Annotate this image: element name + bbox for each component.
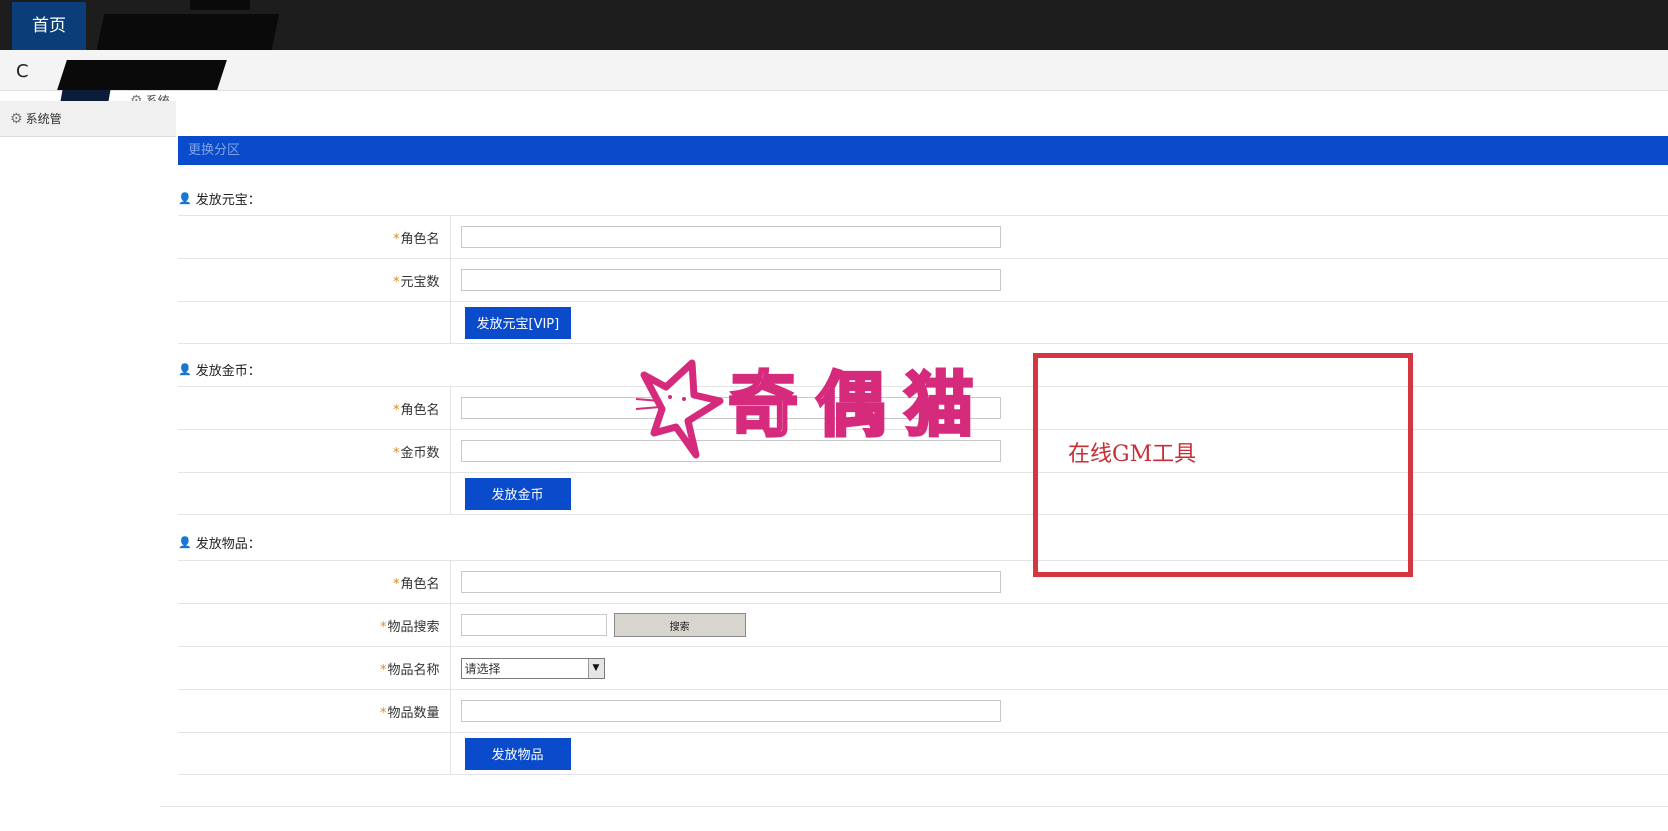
form-row: *角色名: [178, 215, 1668, 259]
form-row: *角色名: [178, 560, 1668, 604]
field-cell: [450, 258, 1668, 302]
yuanbao-form: *角色名 *元宝数 发放元宝[VIP]: [178, 215, 1668, 344]
annotation-box: 在线GM工具: [1033, 353, 1413, 577]
item-search-button[interactable]: 搜索: [613, 613, 746, 637]
field-label: [178, 732, 451, 775]
annotation-text: 在线GM工具: [1068, 442, 1197, 467]
field-cell: 发放物品: [450, 732, 1668, 775]
field-cell: 请选择 ▼: [450, 646, 1668, 690]
yuanbao-amount-input[interactable]: [460, 269, 1001, 291]
send-gold-button[interactable]: 发放金币: [464, 477, 571, 510]
section-title-text: 发放元宝：: [195, 193, 261, 208]
user-icon: 👤: [178, 363, 192, 376]
cat-logo-icon: [636, 359, 724, 459]
item-quantity-input[interactable]: [460, 700, 1001, 722]
send-item-button[interactable]: 发放物品: [464, 737, 571, 770]
field-cell: [450, 689, 1668, 733]
section-title-yuanbao: 👤 发放元宝：: [178, 189, 261, 208]
sidebar-tab-label: 系统管: [25, 112, 62, 126]
watermark: 奇偶猫: [636, 355, 1006, 475]
top-nav-bar: 首页: [0, 0, 1668, 54]
user-icon: 👤: [178, 536, 192, 549]
form-row: *物品搜索 搜索: [178, 603, 1668, 647]
item-name-select-value: 请选择: [464, 661, 501, 676]
home-tab[interactable]: 首页: [12, 2, 86, 50]
user-icon: 👤: [178, 192, 192, 205]
form-row: *物品名称 请选择 ▼: [178, 646, 1668, 690]
field-label: *物品数量: [178, 689, 451, 733]
field-label: *物品搜索: [178, 603, 451, 647]
field-label: *角色名: [178, 215, 451, 259]
item-form: *角色名 *物品搜索 搜索 *物品名称 请选择 ▼ *物品数量 发放物品: [178, 560, 1668, 775]
form-row: 发放物品: [178, 732, 1668, 775]
field-label: *元宝数: [178, 258, 451, 302]
redacted-area: [57, 60, 227, 90]
item-name-select[interactable]: 请选择 ▼: [460, 657, 605, 679]
yuanbao-role-input[interactable]: [460, 226, 1001, 248]
tab-strip: [0, 50, 1668, 91]
field-label: [178, 472, 451, 515]
change-zone-label: 更换分区: [188, 143, 241, 158]
redacted-area: [95, 14, 280, 54]
field-label: *角色名: [178, 386, 451, 430]
item-role-input[interactable]: [460, 571, 1001, 593]
change-zone-bar[interactable]: 更换分区: [178, 136, 1668, 165]
field-label: [178, 301, 451, 344]
send-yuanbao-button[interactable]: 发放元宝[VIP]: [464, 306, 572, 339]
field-cell: 搜索: [450, 603, 1668, 647]
section-title-text: 发放金币：: [195, 364, 261, 379]
redacted-area: [190, 0, 250, 10]
form-row: *物品数量: [178, 689, 1668, 733]
item-search-input[interactable]: [460, 614, 607, 636]
divider: [160, 806, 1668, 807]
watermark-text: 奇偶猫: [727, 362, 992, 448]
refresh-icon[interactable]: C: [16, 62, 29, 82]
section-title-item: 👤 发放物品：: [178, 533, 261, 552]
form-row: 发放元宝[VIP]: [178, 301, 1668, 344]
field-label: *物品名称: [178, 646, 451, 690]
gear-icon: ⚙: [10, 110, 23, 127]
field-cell: [450, 215, 1668, 259]
field-label: *金币数: [178, 429, 451, 473]
field-cell: 发放元宝[VIP]: [450, 301, 1668, 344]
form-row: *元宝数: [178, 258, 1668, 302]
section-title-text: 发放物品：: [195, 537, 261, 552]
form-row: 发放金币: [178, 472, 1668, 515]
section-title-gold: 👤 发放金币：: [178, 360, 261, 379]
dropdown-arrow-icon[interactable]: ▼: [587, 658, 604, 678]
field-label: *角色名: [178, 560, 451, 604]
sidebar-tab[interactable]: ⚙ 系统管: [0, 101, 176, 137]
